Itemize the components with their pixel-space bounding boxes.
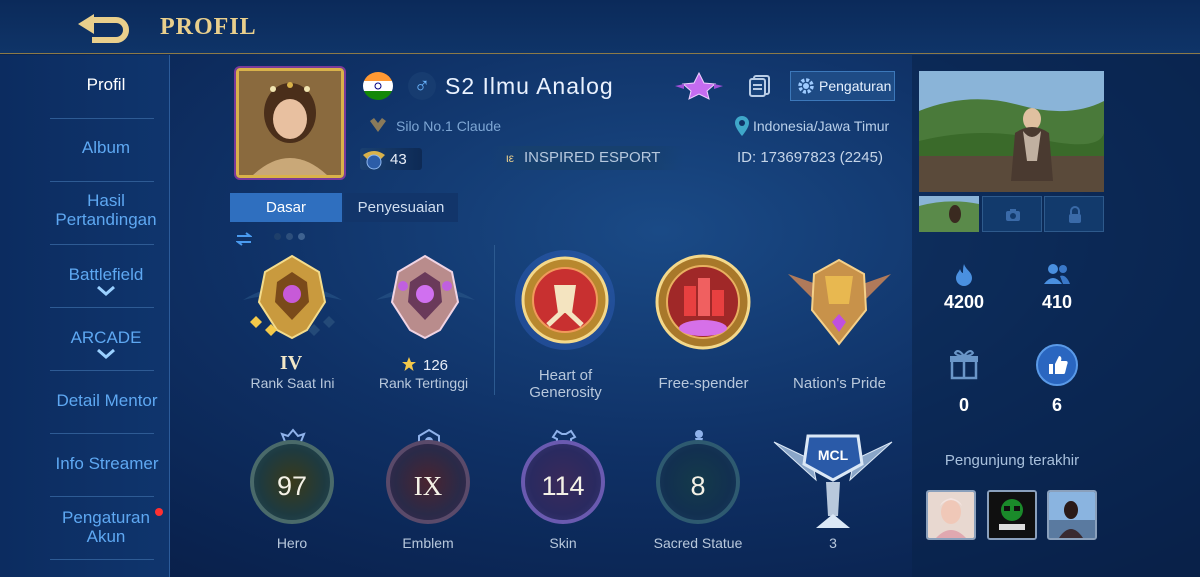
gear-icon xyxy=(798,78,814,94)
camera-icon xyxy=(1006,209,1020,221)
highest-rank-emblem-icon[interactable] xyxy=(368,250,483,345)
team-name: INSPIRED ESPORT xyxy=(524,149,661,166)
tab-dasar[interactable]: Dasar xyxy=(230,193,342,222)
sidebar-item-label: Battlefield xyxy=(68,265,144,284)
visitor-avatar-gaming-logo[interactable] xyxy=(987,490,1037,540)
divider xyxy=(50,433,154,434)
level-value: 43 xyxy=(390,151,407,168)
popularity-flame-icon xyxy=(956,264,972,286)
rank-current-caption: Rank Saat Ini xyxy=(250,375,335,391)
sidebar-item-profil[interactable]: Profil xyxy=(46,75,166,94)
tab-penyesuaian[interactable]: Penyesuaian xyxy=(344,193,458,222)
player-id: ID: 173697823 (2245) xyxy=(737,149,883,166)
recent-visitors-label: Pengunjung terakhir xyxy=(944,452,1080,469)
settings-button[interactable]: Pengaturan xyxy=(790,71,895,101)
star-icon xyxy=(402,357,416,371)
nations-pride-badge-icon[interactable] xyxy=(782,252,897,352)
heart-of-generosity-caption: Heart of Generosity xyxy=(529,367,602,401)
back-arrow-icon[interactable] xyxy=(72,8,136,44)
page-dot xyxy=(286,233,293,240)
star-rank-icon xyxy=(675,72,723,100)
hero-label: Hero xyxy=(276,535,308,551)
divider xyxy=(50,559,154,560)
avatar[interactable] xyxy=(236,68,344,178)
sacred-statue-label: Sacred Statue xyxy=(653,535,743,551)
location-pin-icon xyxy=(735,116,749,136)
sidebar: Profil Album Hasil Pertandingan Battlefi… xyxy=(0,55,170,577)
album-cover-photo[interactable] xyxy=(919,71,1104,192)
gifts-value: 0 xyxy=(958,395,969,415)
sidebar-item-arcade[interactable]: ARCADE xyxy=(46,328,166,359)
page-title: PROFIL xyxy=(160,14,257,40)
rank-highest-caption: Rank Tertinggi xyxy=(378,375,469,391)
mcl-badge-text: MCL xyxy=(818,447,849,463)
skin-label: Skin xyxy=(549,535,577,551)
like-button[interactable] xyxy=(1036,344,1078,386)
sacred-statue-count-ring[interactable]: 8 xyxy=(656,440,740,524)
visitor-avatar[interactable] xyxy=(926,490,976,540)
followers-value: 410 xyxy=(1041,292,1073,312)
top-bar: PROFIL xyxy=(0,0,1200,54)
visitor-avatar[interactable] xyxy=(1047,490,1097,540)
emblem-level-ring[interactable]: IX xyxy=(386,440,470,524)
divider xyxy=(50,181,154,182)
gift-icon[interactable] xyxy=(948,348,980,380)
free-spender-badge-icon[interactable] xyxy=(646,250,761,360)
followers-icon xyxy=(1044,264,1070,284)
heart-of-generosity-badge-icon[interactable] xyxy=(508,245,623,355)
divider xyxy=(50,370,154,371)
hero-count-ring[interactable]: 97 xyxy=(250,440,334,524)
album-thumbnail[interactable] xyxy=(919,196,979,232)
settings-label: Pengaturan xyxy=(819,78,892,94)
mythic-rank-emblem-icon[interactable] xyxy=(235,250,350,345)
location-text: Indonesia/Jawa Timur xyxy=(753,118,890,134)
divider xyxy=(50,307,154,308)
sidebar-item-info-streamer[interactable]: Info Streamer xyxy=(40,454,174,473)
page-dot xyxy=(274,233,281,240)
sidebar-item-detail-mentor[interactable]: Detail Mentor xyxy=(40,391,174,410)
popularity-value: 4200 xyxy=(943,292,985,312)
sidebar-item-hasil-pertandingan[interactable]: Hasil Pertandingan xyxy=(46,191,166,229)
chevron-down-icon xyxy=(97,349,115,359)
team-badge[interactable]: ιε INSPIRED ESPORT xyxy=(490,146,684,170)
current-rank-tier: IV xyxy=(280,352,303,374)
notification-dot xyxy=(155,508,163,516)
divider xyxy=(50,118,154,119)
likes-value: 6 xyxy=(1051,395,1062,415)
team-logo-icon: ιε xyxy=(506,151,515,165)
sidebar-item-pengaturan-akun[interactable]: Pengaturan Akun xyxy=(46,508,166,546)
level-icon xyxy=(363,151,385,170)
mcl-count-label: 3 xyxy=(829,535,837,551)
squad-icon xyxy=(370,118,386,132)
sidebar-item-label: ARCADE xyxy=(70,328,142,347)
locked-photo-slot[interactable] xyxy=(1044,196,1104,232)
sidebar-item-album[interactable]: Album xyxy=(46,138,166,157)
squad-name: Silo No.1 Claude xyxy=(396,118,502,134)
cards-icon[interactable] xyxy=(748,74,772,98)
nations-pride-caption: Nation's Pride xyxy=(793,375,886,392)
emblem-label: Emblem xyxy=(402,535,454,551)
lock-icon xyxy=(1069,206,1081,223)
sidebar-item-battlefield[interactable]: Battlefield xyxy=(46,265,166,296)
page-dot xyxy=(298,233,305,240)
male-gender-icon: ♂ xyxy=(408,72,436,100)
skin-count-ring[interactable]: 114 xyxy=(521,440,605,524)
chevron-down-icon xyxy=(97,286,115,296)
divider xyxy=(50,496,154,497)
level-badge: 43 xyxy=(360,148,422,170)
india-flag-icon xyxy=(363,72,393,100)
avatar-portrait xyxy=(239,71,341,175)
divider xyxy=(50,244,154,245)
thumbs-up-icon xyxy=(1049,356,1068,374)
free-spender-caption: Free-spender xyxy=(658,375,749,392)
highest-rank-stars: 126 xyxy=(423,357,449,374)
player-nickname: S2 Ilmu Analog xyxy=(445,73,614,99)
swap-icon[interactable] xyxy=(236,232,252,246)
add-photo-slot[interactable] xyxy=(982,196,1042,232)
divider xyxy=(494,245,495,395)
mcl-trophy-icon[interactable]: MCL xyxy=(772,430,894,530)
